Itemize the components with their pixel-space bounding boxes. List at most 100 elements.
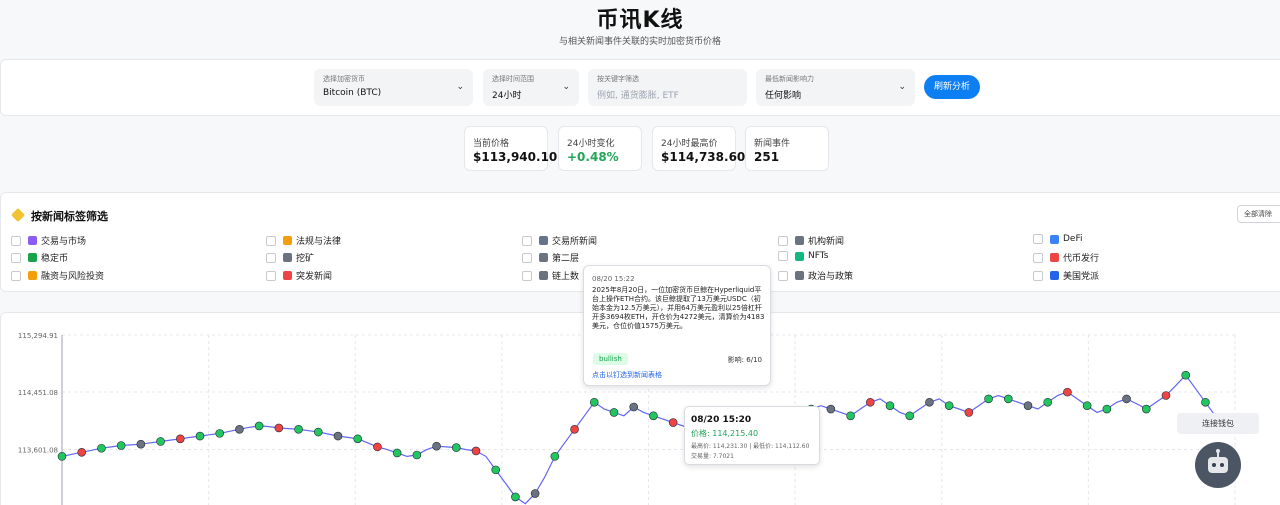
- news-marker: [964, 408, 974, 417]
- tag-checkbox[interactable]: [778, 270, 788, 281]
- chevron-down-icon: ⌄: [898, 82, 906, 92]
- news-marker: [373, 442, 382, 452]
- page-subtitle: 与相关新闻事件关联的实时加密货币价格: [558, 37, 721, 47]
- news-marker: [1043, 397, 1053, 407]
- news-marker: [235, 425, 244, 434]
- price-tooltip-price: 价格: 114,215.40: [691, 429, 759, 438]
- news-marker: [491, 465, 501, 475]
- coin-select[interactable]: 选择加密货币 Bitcoin (BTC) ⌄: [314, 69, 473, 106]
- impact-select-value: 任何影响: [765, 91, 802, 101]
- tag-checkbox[interactable]: [11, 252, 21, 263]
- tag-checkbox[interactable]: [1033, 234, 1043, 244]
- tag-option[interactable]: 代币发行: [1033, 251, 1099, 264]
- siren-icon: [283, 271, 292, 280]
- tag-option[interactable]: 交易与市场: [11, 234, 86, 247]
- news-marker: [432, 441, 441, 451]
- chart-icon: [28, 236, 37, 245]
- tag-option[interactable]: 融资与风险投资: [11, 269, 104, 282]
- news-marker: [195, 431, 205, 441]
- tag-option[interactable]: 挖矿: [266, 251, 314, 264]
- tag-option[interactable]: 第二层: [522, 251, 579, 264]
- tag-checkbox[interactable]: [11, 270, 21, 281]
- news-marker: [649, 411, 658, 421]
- tag-filter-title-text: 按新闻标签筛选: [31, 210, 108, 223]
- news-marker: [530, 489, 540, 498]
- news-marker: [57, 452, 67, 461]
- news-marker: [1102, 404, 1112, 414]
- tag-checkbox[interactable]: [778, 235, 788, 246]
- impact-select[interactable]: 最低新闻影响力 任何影响 ⌄: [756, 69, 915, 106]
- stat-label: 24小时最高价: [661, 139, 718, 149]
- tag-checkbox[interactable]: [522, 270, 532, 281]
- tag-option[interactable]: 稳定币: [11, 251, 68, 264]
- tag-checkbox[interactable]: [778, 251, 788, 261]
- bank-icon: [795, 271, 804, 280]
- news-marker: [451, 443, 461, 452]
- news-marker: [1141, 404, 1151, 414]
- news-marker: [392, 448, 402, 458]
- tag-option[interactable]: 交易所新闻: [522, 234, 597, 247]
- tag-checkbox[interactable]: [1033, 252, 1043, 263]
- bank-icon: [795, 236, 804, 245]
- keyword-placeholder: 例如, 通货膨胀, ETF: [597, 91, 679, 101]
- impact-select-label: 最低新闻影响力: [765, 75, 814, 83]
- tag-checkbox[interactable]: [266, 270, 276, 281]
- range-select[interactable]: 选择时间范围 24小时 ⌄: [483, 69, 579, 106]
- news-marker: [471, 446, 481, 456]
- pin-news-link[interactable]: 点击以钉选到新闻表格: [592, 370, 662, 380]
- news-marker: [984, 394, 993, 404]
- refresh-button[interactable]: 刷新分析: [924, 75, 980, 99]
- stat-24h-change: 24小时变化 +0.48%: [558, 126, 642, 171]
- tag-checkbox[interactable]: [266, 252, 276, 263]
- price-tooltip-time: 08/20 15:20: [691, 415, 752, 425]
- impact-score: 影响: 6/10: [727, 356, 762, 364]
- link-icon: [539, 253, 548, 262]
- stat-value: $113,940.10: [473, 150, 558, 164]
- y-tick-label: 114,451.08: [18, 389, 58, 397]
- tag-option[interactable]: 政治与政策: [778, 269, 853, 282]
- tag-checkbox[interactable]: [522, 252, 532, 263]
- clear-all-button[interactable]: 全部清除: [1237, 205, 1280, 223]
- tag-checkbox[interactable]: [266, 235, 276, 246]
- tag-option[interactable]: 美国党派: [1033, 269, 1099, 282]
- robot-icon[interactable]: [1195, 442, 1241, 488]
- news-marker: [1023, 401, 1033, 410]
- connect-wallet-button[interactable]: 连接钱包: [1177, 413, 1259, 434]
- tag-option[interactable]: 机构新闻: [778, 234, 844, 247]
- news-marker: [313, 427, 323, 437]
- news-marker: [116, 441, 126, 450]
- tag-option[interactable]: NFTs: [778, 251, 828, 261]
- tag-checkbox[interactable]: [522, 235, 532, 246]
- chevron-down-icon: ⌄: [456, 82, 464, 92]
- news-marker: [629, 402, 639, 412]
- stat-value: $114,738.60: [661, 150, 746, 164]
- tag-icon: [10, 207, 26, 223]
- stat-current-price: 当前价格 $113,940.10: [464, 126, 557, 171]
- news-marker: [1003, 394, 1013, 404]
- tag-option[interactable]: 链上数: [522, 269, 579, 282]
- tag-checkbox[interactable]: [11, 235, 21, 246]
- y-tick-label: 115,294.91: [18, 332, 58, 340]
- tag-option[interactable]: 突发新闻: [266, 269, 332, 282]
- news-marker: [1063, 387, 1072, 397]
- news-marker: [550, 452, 560, 461]
- tag-label: 代币发行: [1063, 254, 1100, 264]
- tag-checkbox[interactable]: [1033, 270, 1043, 281]
- news-marker: [175, 434, 185, 444]
- news-marker: [1082, 401, 1092, 410]
- news-marker: [274, 423, 284, 433]
- tag-option[interactable]: DeFi: [1033, 234, 1083, 244]
- stat-label: 当前价格: [473, 139, 510, 149]
- stat-24h-high: 24小时最高价 $114,738.60: [652, 126, 745, 171]
- keyword-field[interactable]: 按关键字筛选 例如, 通货膨胀, ETF: [588, 69, 747, 106]
- page-title: 币讯K线: [596, 8, 684, 33]
- tag-option[interactable]: 法规与法律: [266, 234, 341, 247]
- news-marker: [97, 443, 106, 453]
- news-marker: [589, 397, 599, 407]
- news-marker: [1201, 397, 1210, 407]
- news-marker: [294, 425, 303, 434]
- tag-label: 交易所新闻: [552, 237, 598, 247]
- chevron-down-icon: ⌄: [562, 82, 570, 92]
- news-marker: [885, 401, 895, 410]
- tag-label: 政治与政策: [808, 272, 854, 282]
